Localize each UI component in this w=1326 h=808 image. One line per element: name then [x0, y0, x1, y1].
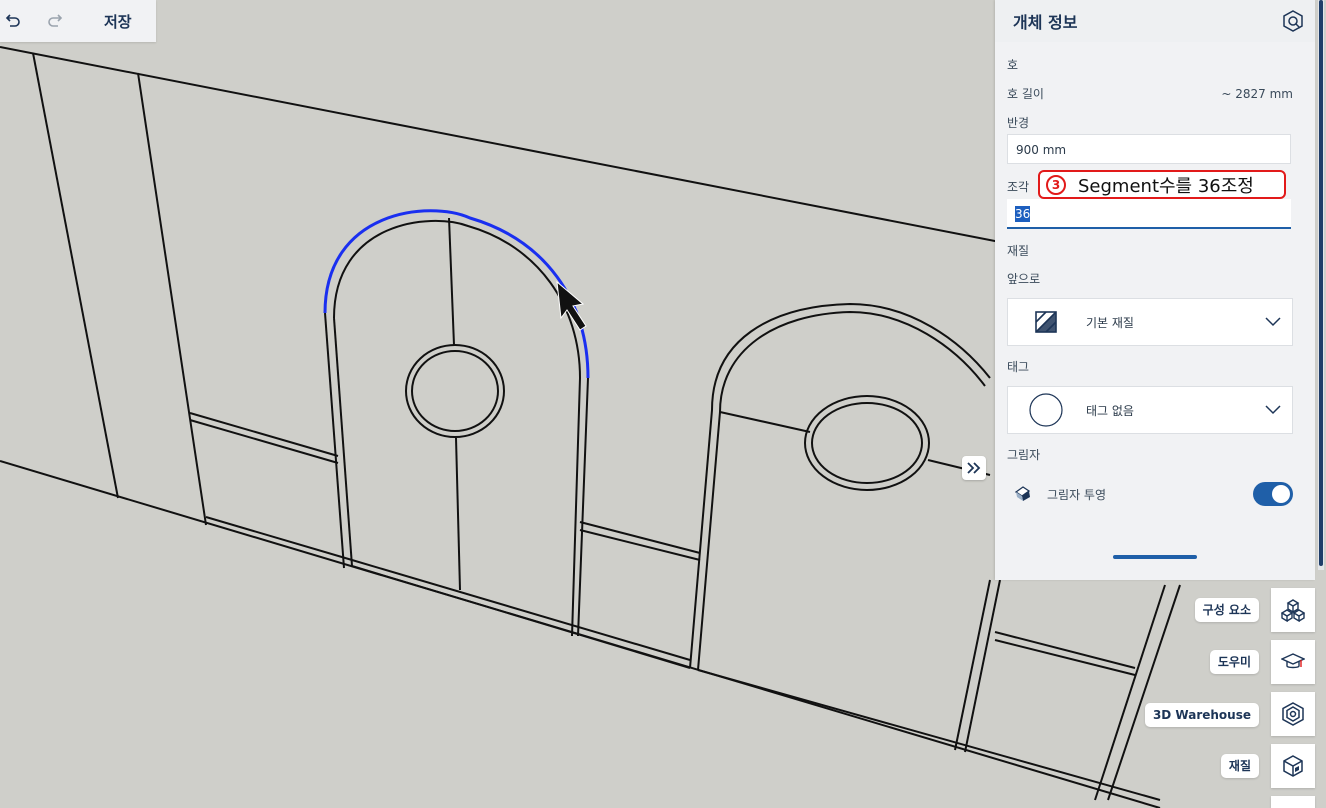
warehouse-icon	[1282, 702, 1304, 726]
tag-value: 태그 없음	[1086, 403, 1134, 418]
tag-dropdown[interactable]: 태그 없음	[1007, 386, 1293, 434]
entity-info-icon[interactable]	[1281, 9, 1305, 33]
segments-field[interactable]: 36	[1007, 199, 1291, 229]
components-button[interactable]	[1271, 588, 1315, 632]
double-chevron-right-icon	[967, 462, 981, 474]
more-tray-button[interactable]	[1271, 796, 1315, 808]
arc-length-label: 호 길이	[1007, 87, 1044, 101]
no-tag-icon	[1026, 390, 1066, 430]
cast-shadow-label: 그림자 투영	[1047, 488, 1107, 502]
3d-warehouse-label[interactable]: 3D Warehouse	[1144, 703, 1259, 727]
instruction-callout: 3 Segment수를 36조정	[1038, 170, 1286, 199]
arc-length-value: ~ 2827 mm	[1221, 87, 1293, 101]
front-face-label: 앞으로	[1007, 272, 1041, 286]
panel-scrollbar[interactable]	[1318, 0, 1324, 570]
arc-section-label: 호	[1007, 58, 1019, 72]
graduation-cap-icon	[1281, 653, 1305, 669]
selected-arc	[323, 209, 590, 379]
chevron-down-icon	[1260, 397, 1286, 423]
components-label[interactable]: 구성 요소	[1194, 598, 1259, 622]
panel-header: 개체 정보	[995, 0, 1315, 42]
3d-warehouse-button[interactable]	[1271, 692, 1315, 736]
panel-resize-handle[interactable]	[1113, 555, 1197, 559]
step-number-badge: 3	[1046, 174, 1066, 195]
toggle-knob	[1272, 485, 1290, 503]
entity-info-panel: 개체 정보 호 호 길이 ~ 2827 mm 반경 900 mm 조각 36 재…	[995, 0, 1315, 580]
components-icon	[1281, 599, 1305, 622]
materials-label[interactable]: 재질	[1220, 754, 1259, 778]
scrollbar-thumb[interactable]	[1319, 0, 1323, 566]
radius-label: 반경	[1007, 116, 1030, 130]
materials-cube-icon	[1283, 755, 1303, 777]
default-material-icon	[1026, 302, 1066, 342]
segments-value: 36	[1015, 206, 1031, 222]
save-button[interactable]: 저장	[104, 11, 132, 32]
instructor-label[interactable]: 도우미	[1209, 650, 1259, 674]
redo-icon[interactable]	[44, 10, 66, 32]
top-toolbar: 저장	[0, 0, 156, 42]
material-section-label: 재질	[1007, 244, 1030, 258]
collapse-panel-button[interactable]	[962, 456, 986, 480]
instructor-button[interactable]	[1271, 640, 1315, 684]
shadow-section-label: 그림자	[1007, 448, 1041, 462]
radius-field[interactable]: 900 mm	[1007, 134, 1291, 164]
panel-title: 개체 정보	[1013, 13, 1078, 32]
chevron-down-icon	[1260, 309, 1286, 335]
wall-top-edge	[0, 46, 1001, 243]
segments-label: 조각	[1007, 180, 1030, 194]
cast-shadow-icon	[1013, 484, 1033, 506]
tag-section-label: 태그	[1007, 360, 1030, 374]
callout-text: Segment수를 36조정	[1078, 175, 1254, 197]
material-value: 기본 재질	[1086, 315, 1134, 330]
material-dropdown[interactable]: 기본 재질	[1007, 298, 1293, 346]
undo-icon[interactable]	[2, 10, 24, 32]
materials-button[interactable]	[1271, 744, 1315, 788]
cast-shadow-toggle[interactable]	[1253, 482, 1293, 506]
